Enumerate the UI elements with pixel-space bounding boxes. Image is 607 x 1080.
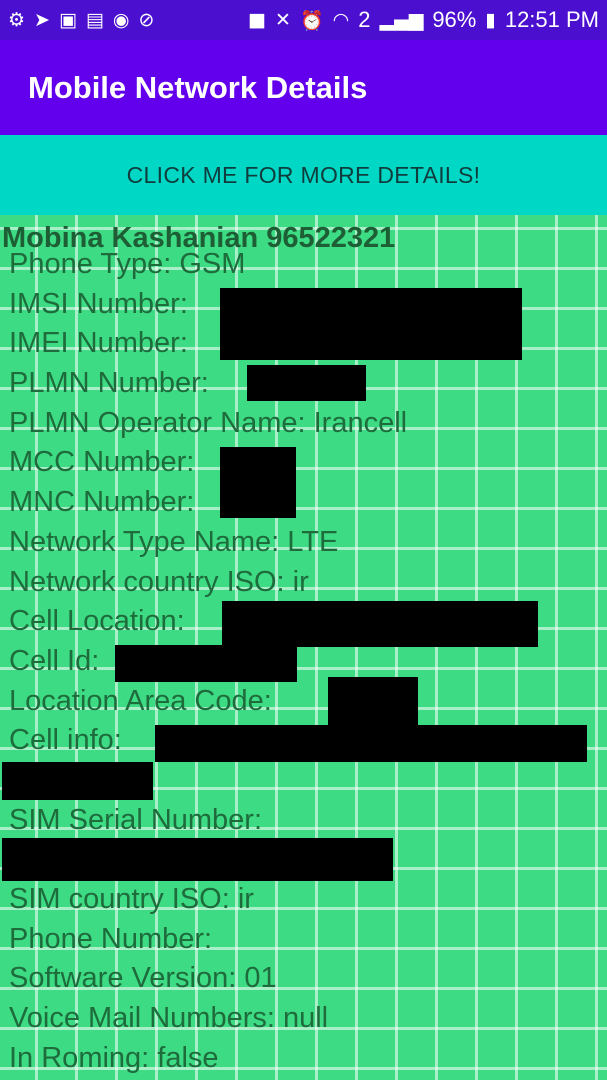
redaction-box (222, 601, 538, 647)
mute-icon: ⊘ (138, 9, 155, 31)
mute-icon: ✕ (275, 9, 291, 31)
alarm-icon: ⏰ (299, 9, 324, 32)
notification-icons: ⚙ ➤ ▣ ▤ ◉ ⊘ (8, 9, 154, 31)
app-title: Mobile Network Details (28, 69, 368, 105)
redaction-box (220, 288, 522, 360)
info-row: Network Type Name: LTE (9, 525, 339, 558)
redaction-box (247, 365, 366, 401)
info-row: MCC Number: (9, 446, 195, 479)
system-icons: ■ ✕ ⏰ ◠ 2 ▂▄▆ 96% ▮ 12:51 PM (248, 7, 599, 33)
signal-icon: ▂▄▆ (379, 9, 424, 31)
info-row: Phone Number: (9, 922, 213, 955)
carrier-icon: ▤ (85, 9, 104, 31)
status-bar: ⚙ ➤ ▣ ▤ ◉ ⊘ ■ ✕ ⏰ ◠ 2 ▂▄▆ 96% ▮ 12:51 PM (0, 0, 607, 40)
redaction-box (220, 447, 296, 518)
info-row: MNC Number: (9, 486, 195, 519)
info-row: PLMN Operator Name: Irancell (9, 406, 408, 439)
redaction-box (115, 645, 297, 682)
info-row: In Roming: false (9, 1041, 219, 1074)
sim-badge: 2 (358, 7, 371, 32)
clock: 12:51 PM (504, 7, 599, 32)
info-row: Voice Mail Numbers: null (9, 1002, 329, 1035)
battery-icon: ▮ (485, 9, 496, 31)
vpn-icon: ◉ (112, 9, 130, 31)
redaction-box (155, 725, 587, 762)
more-details-button[interactable]: CLICK ME FOR MORE DETAILS! (0, 135, 607, 215)
student-name-header: Mobina Kashanian 96522321 (2, 222, 396, 254)
info-row: Software Version: 01 (9, 962, 277, 995)
info-row: Cell Id: (9, 644, 100, 677)
redaction-box (328, 677, 418, 725)
info-row: SIM Serial Number: (9, 803, 263, 836)
app-bar: Mobile Network Details (0, 40, 607, 135)
gallery-icon: ▣ (58, 9, 77, 31)
redaction-box (2, 838, 393, 881)
lock-icon: ■ (248, 9, 267, 31)
settings-icon: ⚙ (8, 9, 26, 31)
redaction-box (2, 762, 153, 800)
battery-percent: 96% (432, 7, 477, 32)
info-row: SIM country ISO: ir (9, 883, 254, 915)
info-row: Network country ISO: ir (9, 565, 309, 598)
details-panel[interactable]: Phone Type: GSM IMSI Number: IMEI Number: P… (0, 215, 607, 1080)
wifi-icon: ◠ (332, 9, 350, 31)
send-icon: ➤ (34, 9, 50, 31)
info-row: Location Area Code: (9, 684, 272, 717)
